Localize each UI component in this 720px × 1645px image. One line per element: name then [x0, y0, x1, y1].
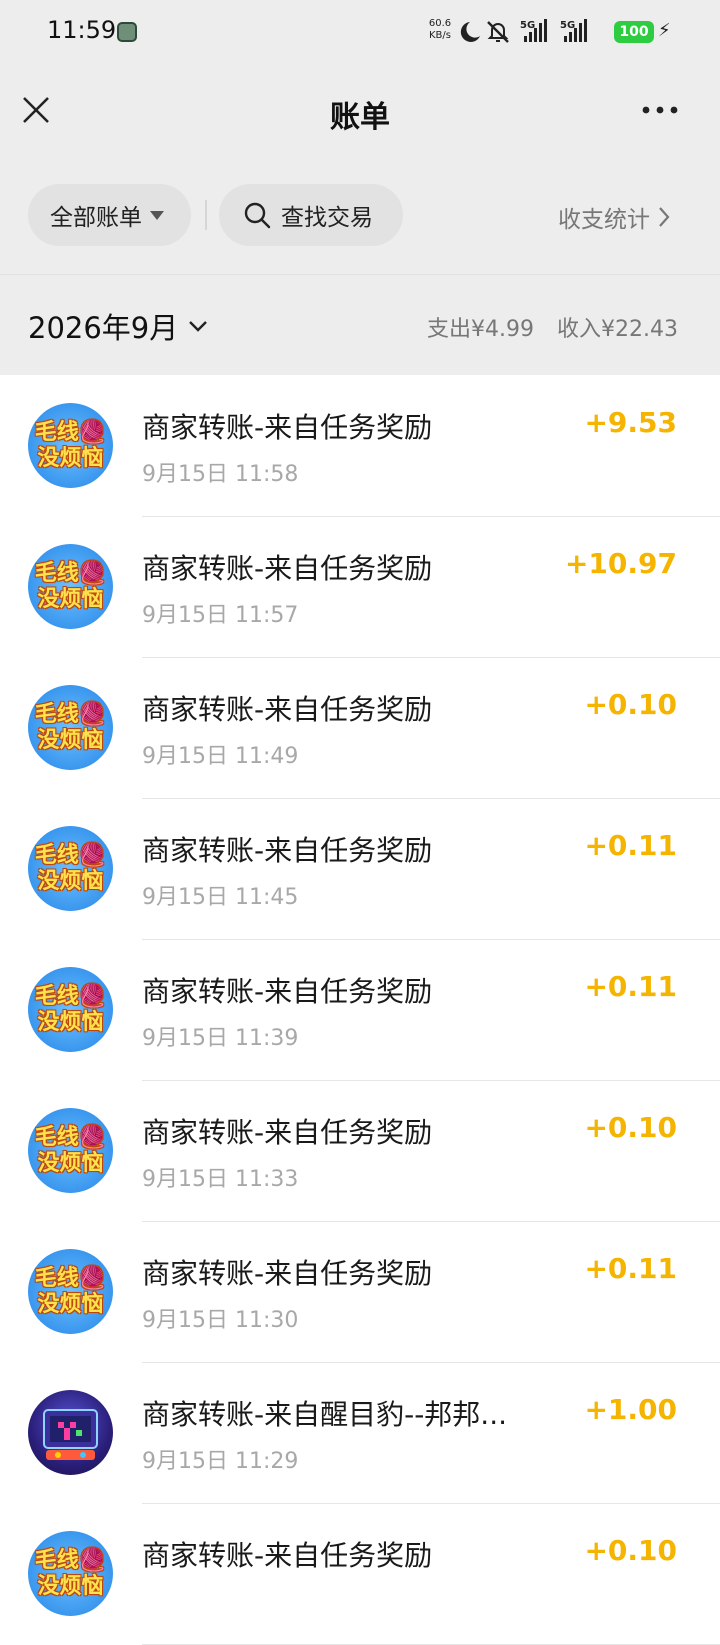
- transaction-time: 9月15日 11:58: [142, 462, 299, 487]
- transaction-row[interactable]: 毛线🧶 没烦恼 商家转账-来自任务奖励 9月15日 11:39 +0.11: [0, 940, 720, 1081]
- transaction-row[interactable]: 毛线🧶 没烦恼 商家转账-来自任务奖励 9月15日 11:57 +10.97: [0, 517, 720, 658]
- transaction-title: 商家转账-来自任务奖励: [142, 411, 433, 444]
- merchant-avatar-yarn: 毛线🧶 没烦恼: [28, 1249, 113, 1334]
- month-expense: 支出¥4.99: [427, 317, 535, 342]
- status-bar: 11:59 60.6 KB/s 5G 5G 100 ⚡: [0, 0, 720, 66]
- transaction-amount: +9.53: [584, 406, 677, 439]
- merchant-avatar-yarn: 毛线🧶 没烦恼: [28, 403, 113, 488]
- merchant-avatar-yarn: 毛线🧶 没烦恼: [28, 1531, 113, 1616]
- signal-5g-icon-2: 5G: [560, 19, 587, 42]
- svg-text:5G: 5G: [560, 20, 575, 31]
- month-selector[interactable]: 2026年9月: [28, 305, 208, 347]
- page-title: 账单: [330, 100, 390, 135]
- mute-bell-icon: [487, 21, 509, 43]
- transaction-amount: +1.00: [584, 1393, 677, 1426]
- merchant-avatar-yarn: 毛线🧶 没烦恼: [28, 967, 113, 1052]
- all-bills-dropdown[interactable]: 全部账单: [28, 184, 191, 246]
- search-icon: [244, 202, 271, 229]
- income-expense-stats-link[interactable]: 收支统计: [558, 200, 670, 234]
- stats-label: 收支统计: [558, 207, 650, 233]
- transaction-time: 9月15日 11:30: [142, 1308, 299, 1333]
- transaction-amount: +0.10: [584, 688, 677, 721]
- transaction-row[interactable]: 毛线🧶 没烦恼 商家转账-来自任务奖励 9月15日 11:30 +0.11: [0, 1222, 720, 1363]
- chevron-down-icon: [189, 321, 208, 332]
- merchant-avatar-yarn: 毛线🧶 没烦恼: [28, 1108, 113, 1193]
- transaction-time: 9月15日 11:45: [142, 885, 299, 910]
- transaction-row[interactable]: 毛线🧶 没烦恼 商家转账-来自任务奖励 9月15日 11:45 +0.11: [0, 799, 720, 940]
- transaction-title: 商家转账-来自醒目豹--邦邦...: [142, 1398, 508, 1431]
- more-options-icon[interactable]: [640, 102, 680, 118]
- search-label: 查找交易: [281, 205, 373, 231]
- transaction-amount: +0.11: [584, 1252, 677, 1285]
- transaction-title: 商家转账-来自任务奖励: [142, 975, 433, 1008]
- transaction-amount: +10.97: [564, 547, 677, 580]
- merchant-avatar-yarn: 毛线🧶 没烦恼: [28, 826, 113, 911]
- signal-5g-icon-1: 5G: [520, 19, 547, 42]
- filter-bar: 全部账单 查找交易 收支统计: [0, 156, 720, 275]
- header: 账单: [0, 66, 720, 156]
- transaction-time: 9月15日 11:29: [142, 1449, 299, 1474]
- transaction-row[interactable]: 商家转账-来自醒目豹--邦邦... 9月15日 11:29 +1.00: [0, 1363, 720, 1504]
- caret-down-icon: [150, 210, 164, 220]
- transaction-amount: +0.10: [584, 1534, 677, 1567]
- transaction-time: 9月15日 11:49: [142, 744, 299, 769]
- merchant-avatar-yarn: 毛线🧶 没烦恼: [28, 544, 113, 629]
- transaction-title: 商家转账-来自任务奖励: [142, 552, 433, 585]
- transaction-title: 商家转账-来自任务奖励: [142, 1116, 433, 1149]
- network-speed: 60.6 KB/s: [428, 18, 452, 41]
- transaction-amount: +0.10: [584, 1111, 677, 1144]
- merchant-avatar-game: [28, 1390, 113, 1475]
- transaction-list: 毛线🧶 没烦恼 商家转账-来自任务奖励 9月15日 11:58 +9.53 毛线🧶 没烦恼商…: [0, 376, 720, 1645]
- divider: [205, 200, 207, 230]
- transaction-time: 9月15日 11:39: [142, 1026, 299, 1051]
- moon-icon: [460, 22, 480, 42]
- charging-icon: ⚡: [658, 20, 671, 41]
- transaction-time: 9月15日 11:57: [142, 603, 299, 628]
- transaction-row[interactable]: 毛线🧶 没烦恼 商家转账-来自任务奖励 +0.10: [0, 1504, 720, 1645]
- app-notification-icon: [117, 22, 137, 42]
- svg-text:5G: 5G: [520, 20, 535, 31]
- transaction-title: 商家转账-来自任务奖励: [142, 1257, 433, 1290]
- battery-icon: 100: [614, 21, 654, 43]
- status-time: 11:59: [47, 16, 117, 44]
- month-summary: 支出¥4.99 收入¥22.43: [411, 311, 678, 343]
- transaction-amount: +0.11: [584, 829, 677, 862]
- transaction-title: 商家转账-来自任务奖励: [142, 1539, 433, 1572]
- status-icons: 5G 5G: [460, 19, 587, 43]
- transaction-row[interactable]: 毛线🧶 没烦恼 商家转账-来自任务奖励 9月15日 11:33 +0.10: [0, 1081, 720, 1222]
- all-bills-label: 全部账单: [50, 205, 142, 231]
- search-transactions-button[interactable]: 查找交易: [219, 184, 403, 246]
- transaction-row[interactable]: 毛线🧶 没烦恼 商家转账-来自任务奖励 9月15日 11:58 +9.53: [0, 376, 720, 517]
- month-income: 收入¥22.43: [557, 317, 678, 342]
- merchant-avatar-yarn: 毛线🧶 没烦恼: [28, 685, 113, 770]
- transaction-row[interactable]: 毛线🧶 没烦恼 商家转账-来自任务奖励 9月15日 11:49 +0.10: [0, 658, 720, 799]
- transaction-title: 商家转账-来自任务奖励: [142, 693, 433, 726]
- chevron-right-icon: [659, 207, 670, 227]
- transaction-time: 9月15日 11:33: [142, 1167, 299, 1192]
- transaction-amount: +0.11: [584, 970, 677, 1003]
- month-bar: 2026年9月 支出¥4.99 收入¥22.43: [0, 275, 720, 375]
- transaction-title: 商家转账-来自任务奖励: [142, 834, 433, 867]
- month-label: 2026年9月: [28, 311, 179, 345]
